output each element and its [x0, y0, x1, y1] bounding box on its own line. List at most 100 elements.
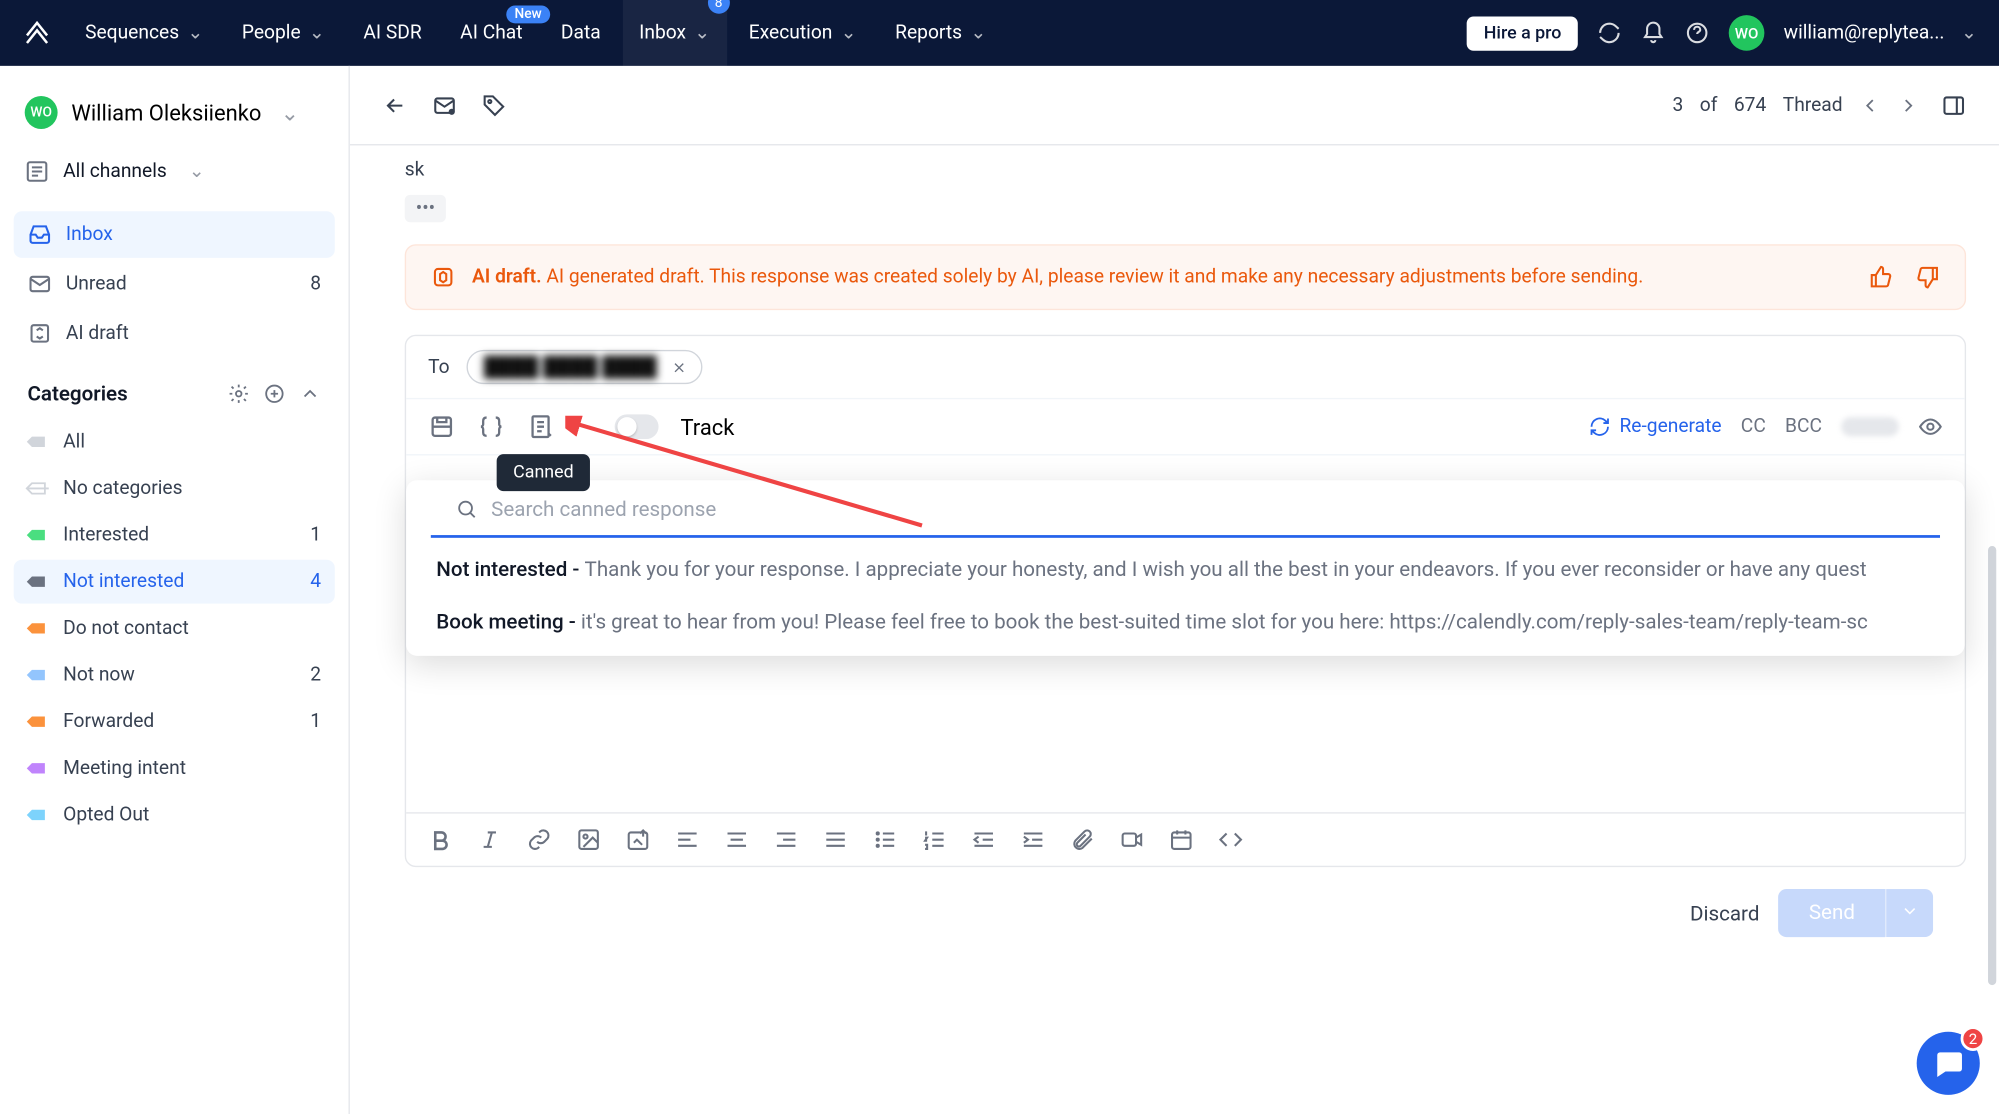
user-email-dropdown[interactable]: william@replytea...⌄ — [1784, 22, 1977, 44]
tag-off-icon — [23, 473, 54, 504]
send-dropdown[interactable] — [1885, 889, 1933, 937]
cat-meeting-intent[interactable]: Meeting intent — [14, 746, 335, 790]
nav-ai-sdr[interactable]: AI SDR — [347, 14, 438, 52]
ai-draft-banner: AI draft. AI generated draft. This respo… — [405, 244, 1966, 310]
image-upload-icon[interactable] — [626, 827, 651, 852]
expand-message-button[interactable]: ••• — [405, 195, 446, 222]
track-toggle[interactable] — [615, 414, 659, 439]
cat-no-categories[interactable]: No categories — [14, 466, 335, 510]
to-row: To ████ ████ ████ — [406, 336, 1965, 399]
discard-button[interactable]: Discard — [1690, 901, 1760, 926]
align-left-icon[interactable] — [675, 827, 700, 852]
bell-icon[interactable] — [1641, 21, 1666, 46]
code-icon[interactable] — [1218, 827, 1243, 852]
link-icon[interactable] — [527, 827, 552, 852]
tag-icon — [23, 613, 54, 644]
help-icon[interactable] — [1685, 21, 1710, 46]
canned-item-book-meeting[interactable]: Book meeting - it's great to hear from y… — [406, 595, 1965, 647]
plus-circle-icon[interactable] — [263, 383, 285, 405]
tag-icon — [23, 566, 54, 597]
search-icon — [456, 498, 478, 520]
inbox-icon — [27, 222, 52, 247]
mark-read-icon[interactable] — [432, 93, 457, 118]
video-icon[interactable] — [1120, 827, 1145, 852]
main-content: 3 of 674 Thread sk ••• AI — [350, 66, 1999, 1114]
braces-icon[interactable] — [477, 413, 504, 440]
refresh-icon[interactable] — [1597, 21, 1622, 46]
send-button-group: Send — [1779, 889, 1934, 937]
unread-icon — [27, 272, 52, 297]
image-icon[interactable] — [576, 827, 601, 852]
next-icon[interactable] — [1897, 94, 1919, 116]
cat-not-interested[interactable]: Not interested 4 — [14, 560, 335, 604]
nav-people[interactable]: People⌄ — [225, 14, 341, 52]
numbered-list-icon[interactable] — [922, 827, 947, 852]
bold-icon[interactable] — [428, 827, 453, 852]
nav-sequences[interactable]: Sequences⌄ — [69, 14, 220, 52]
nav-execution[interactable]: Execution⌄ — [732, 14, 873, 52]
logo-icon[interactable] — [22, 18, 52, 48]
hire-a-pro-button[interactable]: Hire a pro — [1467, 16, 1578, 50]
chevron-down-icon: ⌄ — [970, 22, 986, 44]
composer-footer: Discard Send — [405, 867, 1966, 959]
cat-opted-out[interactable]: Opted Out — [14, 793, 335, 837]
preview-icon[interactable] — [1918, 414, 1943, 439]
chat-badge: 2 — [1961, 1026, 1986, 1051]
remove-recipient-icon[interactable] — [670, 359, 686, 375]
chevron-up-icon[interactable] — [299, 383, 321, 405]
cat-all[interactable]: All — [14, 420, 335, 464]
channels-icon — [25, 159, 50, 184]
prev-icon[interactable] — [1859, 94, 1881, 116]
cc-button[interactable]: CC — [1741, 416, 1766, 438]
tag-icon — [23, 706, 54, 737]
scrollbar[interactable] — [1988, 546, 1996, 985]
track-label: Track — [681, 414, 735, 440]
cat-interested[interactable]: Interested 1 — [14, 513, 335, 557]
sidebar-user-switch[interactable]: WO William Oleksiienko ⌄ — [14, 88, 335, 137]
sidebar-unread[interactable]: Unread 8 — [14, 261, 335, 308]
chevron-down-icon — [1900, 901, 1919, 920]
outdent-icon[interactable] — [971, 827, 996, 852]
user-avatar[interactable]: WO — [1729, 15, 1765, 51]
bullet-list-icon[interactable] — [873, 827, 898, 852]
chevron-down-icon: ⌄ — [1961, 22, 1977, 44]
nav-data[interactable]: Data — [544, 14, 617, 52]
nav-inbox[interactable]: Inbox⌄8 — [623, 0, 727, 66]
composer-body[interactable]: Not interested - Thank you for your resp… — [406, 456, 1965, 813]
nav-reports[interactable]: Reports⌄ — [879, 14, 1003, 52]
format-toolbar — [406, 812, 1965, 866]
regenerate-button[interactable]: Re-generate — [1589, 416, 1721, 438]
tag-icon — [23, 753, 54, 784]
tag-action-icon[interactable] — [482, 93, 507, 118]
nav-ai-chat[interactable]: AI ChatNew — [444, 14, 539, 52]
gear-icon[interactable] — [228, 383, 250, 405]
canned-search-input[interactable] — [491, 497, 1915, 522]
recipient-chip[interactable]: ████ ████ ████ — [466, 350, 702, 384]
align-center-icon[interactable] — [724, 827, 749, 852]
thumbs-down-icon[interactable] — [1915, 265, 1940, 290]
panel-toggle-icon[interactable] — [1941, 93, 1966, 118]
send-button[interactable]: Send — [1779, 889, 1885, 937]
ai-draft-icon — [27, 321, 52, 346]
cat-not-now[interactable]: Not now 2 — [14, 653, 335, 697]
calendar-icon[interactable] — [1169, 827, 1194, 852]
attachment-icon[interactable] — [1070, 827, 1095, 852]
indent-icon[interactable] — [1021, 827, 1046, 852]
sidebar-ai-draft[interactable]: AI draft — [14, 310, 335, 357]
tag-icon — [23, 799, 54, 830]
tag-icon — [23, 426, 54, 457]
italic-icon[interactable] — [477, 827, 502, 852]
support-chat-button[interactable]: 2 — [1917, 1032, 1980, 1095]
cat-do-not-contact[interactable]: Do not contact — [14, 606, 335, 650]
sidebar-inbox[interactable]: Inbox — [14, 211, 335, 258]
bcc-button[interactable]: BCC — [1785, 416, 1822, 438]
cat-forwarded[interactable]: Forwarded 1 — [14, 700, 335, 744]
align-right-icon[interactable] — [774, 827, 799, 852]
channel-select[interactable]: All channels ⌄ — [14, 151, 335, 192]
back-arrow-icon[interactable] — [383, 93, 408, 118]
thumbs-up-icon[interactable] — [1869, 265, 1894, 290]
template-icon[interactable] — [428, 413, 455, 440]
canned-responses-icon[interactable] — [527, 413, 554, 440]
canned-item-not-interested[interactable]: Not interested - Thank you for your resp… — [406, 543, 1965, 595]
align-justify-icon[interactable] — [823, 827, 848, 852]
